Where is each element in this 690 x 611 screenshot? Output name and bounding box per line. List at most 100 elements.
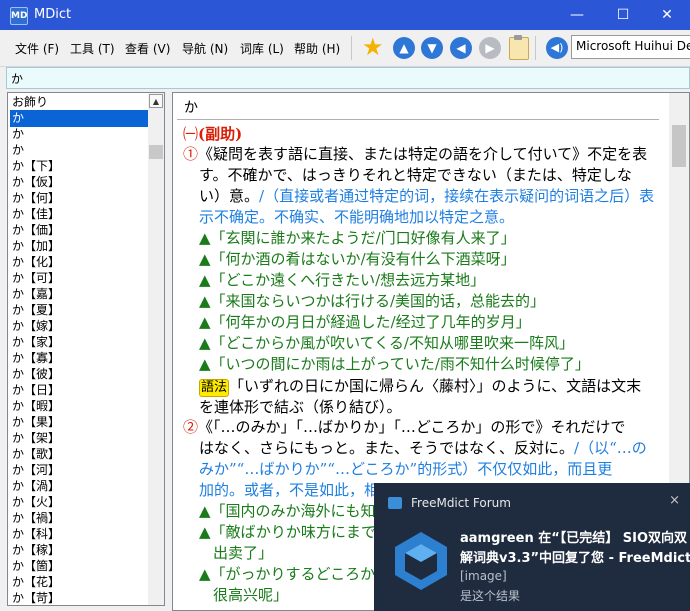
notification-title: aamgreen 在“【已完结】 SIO双向双 <box>460 531 688 546</box>
word-list-item[interactable]: か【果】 <box>10 414 149 431</box>
menu-library[interactable]: 词库 (L) <box>240 40 284 57</box>
word-list-item[interactable]: か <box>10 110 149 127</box>
menu-toolbar: 文件 (F) 工具 (T) 查看 (V) 导航 (N) 词库 (L) 帮助 (H… <box>0 30 690 67</box>
example-line: ▲「玄関に誰か来たようだ/门口好像有人来了」 <box>199 228 516 249</box>
example-text: 「玄関に誰か来たようだ <box>210 229 376 247</box>
notification-toast[interactable]: FreeMdict Forum × aamgreen 在“【已完结】 SIO双向… <box>374 483 690 611</box>
word-list-item[interactable]: か【火】 <box>10 494 149 511</box>
chrome-icon <box>388 497 402 509</box>
word-list-item[interactable]: か【箇】 <box>10 558 149 575</box>
example-marker: ▲ <box>199 271 211 289</box>
menu-help[interactable]: 帮助 (H) <box>294 40 340 57</box>
close-icon[interactable]: × <box>669 493 680 508</box>
example-line: ▲「敵ばかりか味方にまで <box>199 522 376 543</box>
arrow-up-icon[interactable]: ▲ <box>393 37 415 59</box>
word-list-item[interactable]: か【化】 <box>10 254 149 271</box>
example-line: 很高兴呢」 <box>213 585 288 606</box>
example-translation: /经过了几年的岁月」 <box>390 313 531 331</box>
word-list-item[interactable]: か【価】 <box>10 222 149 239</box>
example-line: ▲「いつの間にか雨は上がっていた/雨不知什么时候停了」 <box>199 354 590 375</box>
example-text: 「何か酒の肴はないか <box>210 250 361 268</box>
word-list-item[interactable]: か【嫁】 <box>10 318 149 335</box>
example-line: ▲「何年かの月日が経過した/经过了几年的岁月」 <box>199 312 531 333</box>
sense-1-line-3: い）意。/（直接或者通过特定的词，接续在表示疑问的词语之后）表 <box>199 186 654 207</box>
word-list-item[interactable]: か【花】 <box>10 574 149 591</box>
example-marker: ▲ <box>199 334 211 352</box>
sense-2-line-3: みか”“…ばかりか”“…どころか”的形式）不仅仅如此，而且更 <box>199 460 613 478</box>
example-translation: /门口好像有人来了」 <box>375 229 516 247</box>
example-text: 「来国ならいつかは行ける <box>210 292 390 310</box>
maximize-button[interactable]: ☐ <box>600 0 646 30</box>
arrow-down-icon[interactable]: ▼ <box>421 37 443 59</box>
example-translation: /不知从哪里吹来一阵风」 <box>403 334 574 352</box>
example-marker: ▲ <box>199 355 211 373</box>
example-line: ▲「どこか遠くへ行きたい/想去远方某地」 <box>199 270 485 291</box>
menu-navigate[interactable]: 导航 (N) <box>182 40 228 57</box>
word-list-item[interactable]: か【科】 <box>10 526 149 543</box>
sense-1-line-1: ①《疑問を表す語に直接、または特定の語を介して付いて》不定を表 <box>183 144 647 165</box>
forum-logo-icon <box>395 532 447 590</box>
headword: か <box>184 100 198 116</box>
example-line: ▲「何か酒の肴はないか/有没有什么下酒菜呀」 <box>199 249 516 270</box>
word-list-item[interactable]: か【加】 <box>10 238 149 255</box>
word-list-item[interactable]: か <box>10 142 149 159</box>
word-list-item[interactable]: か【歌】 <box>10 446 149 463</box>
word-list-item[interactable]: か【河】 <box>10 462 149 479</box>
search-input[interactable]: か <box>6 67 690 89</box>
word-list-item[interactable]: か【家】 <box>10 334 149 351</box>
word-list-scrollbar[interactable]: ▲ <box>148 93 164 605</box>
example-text: 「国内のみか海外にも知 <box>210 502 376 520</box>
example-marker: ▲ <box>199 313 211 331</box>
star-icon[interactable]: ★ <box>362 34 386 60</box>
word-list-item[interactable]: か【夏】 <box>10 302 149 319</box>
close-button[interactable]: ✕ <box>644 0 690 30</box>
example-line: ▲「来国ならいつかは行ける/美国的话，总能去的」 <box>199 291 545 312</box>
word-list-item[interactable]: か【下】 <box>10 158 149 175</box>
word-list-item[interactable]: か【嘉】 <box>10 286 149 303</box>
scroll-thumb[interactable] <box>149 145 163 159</box>
scroll-up-icon[interactable]: ▲ <box>149 94 163 108</box>
menu-view[interactable]: 查看 (V) <box>125 40 170 57</box>
word-list-item[interactable]: お飾り <box>10 94 149 111</box>
notification-body: [image] <box>460 569 507 583</box>
example-translation: /想去远方某地」 <box>375 271 486 289</box>
example-line: ▲「どこからか風が吹いてくる/不知从哪里吹来一阵风」 <box>199 333 574 354</box>
speaker-icon[interactable]: ◀) <box>546 37 568 59</box>
word-list-item[interactable]: か【渦】 <box>10 478 149 495</box>
word-list-item[interactable]: か【暇】 <box>10 398 149 415</box>
word-list-item[interactable]: か【寡】 <box>10 350 149 367</box>
sense-1-line-2: す。不確かで、はっきりそれと特定できない（または、特定しな <box>199 166 632 184</box>
grammar-note-line-2: を連体形で結ぶ（係り結び）。 <box>199 398 402 416</box>
word-list-item[interactable]: か【仮】 <box>10 174 149 191</box>
arrow-forward-icon[interactable]: ▶ <box>479 37 501 59</box>
word-list-item[interactable]: か【佳】 <box>10 206 149 223</box>
scroll-thumb[interactable] <box>672 125 686 167</box>
example-text: 「どこからか風が吹いてくる <box>210 334 404 352</box>
word-list-item[interactable]: か【禍】 <box>10 510 149 527</box>
title-bar: MD MDict — ☐ ✕ <box>0 0 690 30</box>
notification-title-cont: 解词典v3.3”中回复了您 - FreeMdict <box>460 551 690 566</box>
word-list-item[interactable]: か【彼】 <box>10 366 149 383</box>
menu-tools[interactable]: 工具 (T) <box>70 40 115 57</box>
pos-label: (副助) <box>198 125 243 143</box>
sense-2-line-2: はなく、さらにもっと。また、そうではなく、反対に。/（以“…の <box>199 438 647 459</box>
word-list-item[interactable]: か【日】 <box>10 382 149 399</box>
menu-file[interactable]: 文件 (F) <box>15 40 59 57</box>
word-list-item[interactable]: か <box>10 126 149 143</box>
sense-2-line-4: 加的。或者，不是如此，相 <box>199 481 380 499</box>
word-list-item[interactable]: か【苛】 <box>10 590 149 605</box>
clipboard-icon[interactable] <box>509 35 529 60</box>
example-translation: 很高兴呢」 <box>213 586 289 604</box>
window-title: MDict <box>34 7 72 22</box>
arrow-back-icon[interactable]: ◀ <box>450 37 472 59</box>
word-list-item[interactable]: か【何】 <box>10 190 149 207</box>
example-translation: /美国的话，总能去的」 <box>389 292 546 310</box>
voice-select[interactable]: Microsoft Huihui Desktop <box>571 35 690 59</box>
minimize-button[interactable]: — <box>554 0 600 30</box>
word-list-item[interactable]: か【架】 <box>10 430 149 447</box>
word-list-item[interactable]: か【可】 <box>10 270 149 287</box>
toolbar-separator <box>351 36 352 60</box>
word-list[interactable]: お飾りかかかか【下】 か【仮】 か【何】 か【佳】 か【価】 か【加】 か【化】 か【可】 か【… <box>7 92 165 606</box>
word-list-item[interactable]: か【稼】 <box>10 542 149 559</box>
pos-number: ㈠ <box>183 125 199 143</box>
